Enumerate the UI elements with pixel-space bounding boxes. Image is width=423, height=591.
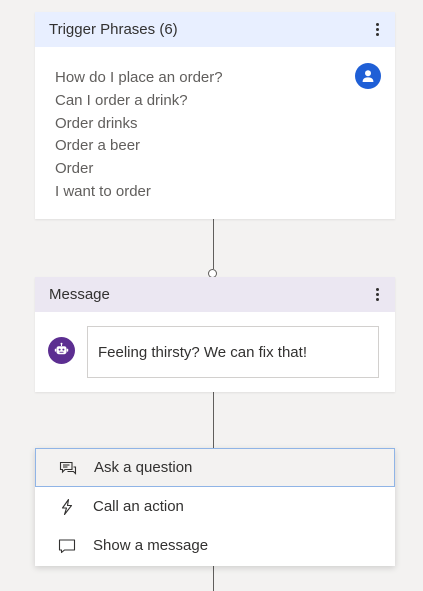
flow-connector-middle xyxy=(213,392,214,448)
trigger-phrase: I want to order xyxy=(55,182,151,200)
message-text: Feeling thirsty? We can fix that! xyxy=(98,343,307,361)
message-text-field[interactable]: Feeling thirsty? We can fix that! xyxy=(87,326,379,378)
bot-avatar-icon xyxy=(48,337,75,364)
message-card-header: Message xyxy=(35,277,395,312)
menu-item-label: Call an action xyxy=(93,498,184,515)
chat-question-icon xyxy=(58,458,78,478)
message-card[interactable]: Message Feeling thirsty? We can fix that… xyxy=(35,277,395,392)
trigger-phrase: Order a beer xyxy=(55,137,141,155)
trigger-phrase-list: How do I place an order? Can I order a d… xyxy=(35,47,395,204)
menu-item-label: Show a message xyxy=(93,537,209,554)
trigger-phrases-card[interactable]: Trigger Phrases (6) How do I place an or… xyxy=(35,12,395,219)
message-card-title: Message xyxy=(49,286,110,303)
trigger-phrase: Can I order a drink? xyxy=(55,91,188,109)
trigger-phrase: How do I place an order? xyxy=(55,69,223,86)
more-options-icon[interactable] xyxy=(369,285,385,305)
trigger-phrase: Order drinks xyxy=(55,114,138,132)
menu-item-label: Ask a question xyxy=(94,459,193,476)
add-node-menu: Ask a question Call an action Show a mes… xyxy=(35,448,395,566)
lightning-icon xyxy=(57,497,77,517)
trigger-card-title: Trigger Phrases (6) xyxy=(49,21,178,38)
menu-item-call-action[interactable]: Call an action xyxy=(35,487,395,526)
user-avatar-icon xyxy=(355,63,381,89)
flow-connector-top xyxy=(213,219,214,269)
trigger-phrase: Order xyxy=(55,160,94,178)
more-options-icon[interactable] xyxy=(369,20,385,40)
message-bubble-icon xyxy=(57,536,77,556)
trigger-card-header: Trigger Phrases (6) xyxy=(35,12,395,47)
flow-connector-bottom xyxy=(213,566,214,591)
menu-item-ask-question[interactable]: Ask a question xyxy=(35,448,395,487)
menu-item-show-message[interactable]: Show a message xyxy=(35,526,395,565)
